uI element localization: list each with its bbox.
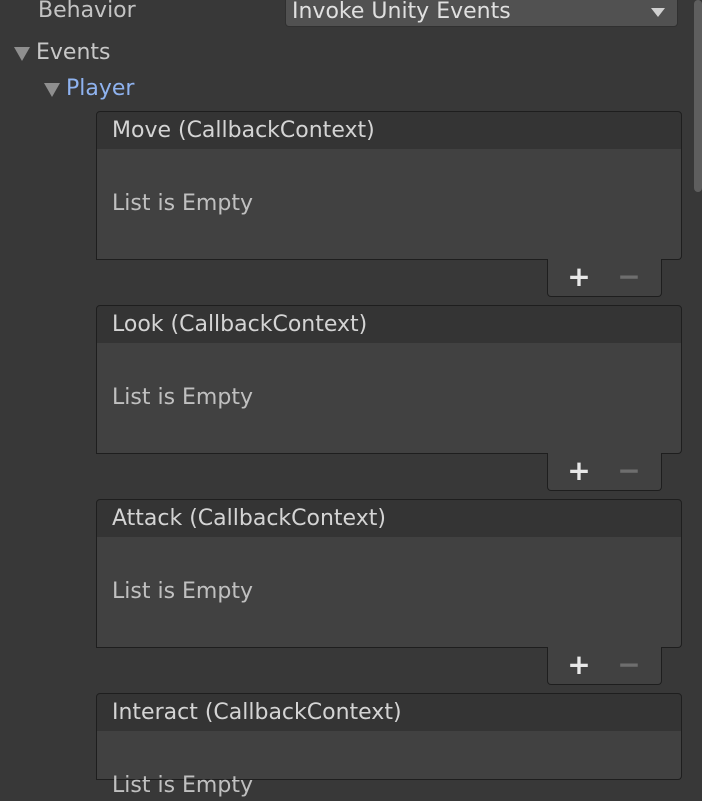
event-list-body: List is Empty [96, 343, 682, 454]
foldout-expanded-icon[interactable] [44, 83, 60, 97]
empty-list-text: List is Empty [112, 773, 253, 798]
remove-listener-button[interactable]: − [614, 457, 644, 485]
events-foldout-label[interactable]: Events [36, 38, 111, 68]
event-header: Look (CallbackContext) [96, 305, 682, 344]
event-header: Attack (CallbackContext) [96, 499, 682, 538]
event-list-body: List is Empty [96, 149, 682, 260]
remove-listener-button[interactable]: − [614, 263, 644, 291]
event-list-body: List is Empty [96, 537, 682, 648]
behavior-dropdown-value: Invoke Unity Events [292, 0, 511, 24]
add-listener-button[interactable]: + [564, 651, 594, 679]
add-listener-button[interactable]: + [564, 263, 594, 291]
event-header: Interact (CallbackContext) [96, 693, 682, 732]
empty-list-text: List is Empty [112, 191, 253, 216]
event-list-footer: + − [547, 453, 662, 491]
scrollbar-thumb[interactable] [694, 0, 702, 192]
event-title: Move (CallbackContext) [112, 118, 375, 143]
event-header: Move (CallbackContext) [96, 111, 682, 150]
event-list-footer: + − [547, 259, 662, 297]
event-list-footer: + − [547, 647, 662, 685]
empty-list-text: List is Empty [112, 579, 253, 604]
empty-list-text: List is Empty [112, 385, 253, 410]
behavior-label: Behavior [38, 0, 136, 23]
event-title: Look (CallbackContext) [112, 312, 368, 337]
behavior-dropdown[interactable]: Invoke Unity Events [285, 0, 678, 27]
chevron-down-icon [651, 8, 665, 17]
event-list-body: List is Empty [96, 731, 682, 798]
vertical-scrollbar[interactable] [692, 0, 702, 780]
behavior-row: Behavior Invoke Unity Events [0, 0, 692, 28]
player-foldout-label[interactable]: Player [66, 74, 134, 104]
remove-listener-button[interactable]: − [614, 651, 644, 679]
add-listener-button[interactable]: + [564, 457, 594, 485]
foldout-expanded-icon[interactable] [14, 47, 30, 61]
event-title: Interact (CallbackContext) [112, 700, 402, 725]
event-title: Attack (CallbackContext) [112, 506, 386, 531]
